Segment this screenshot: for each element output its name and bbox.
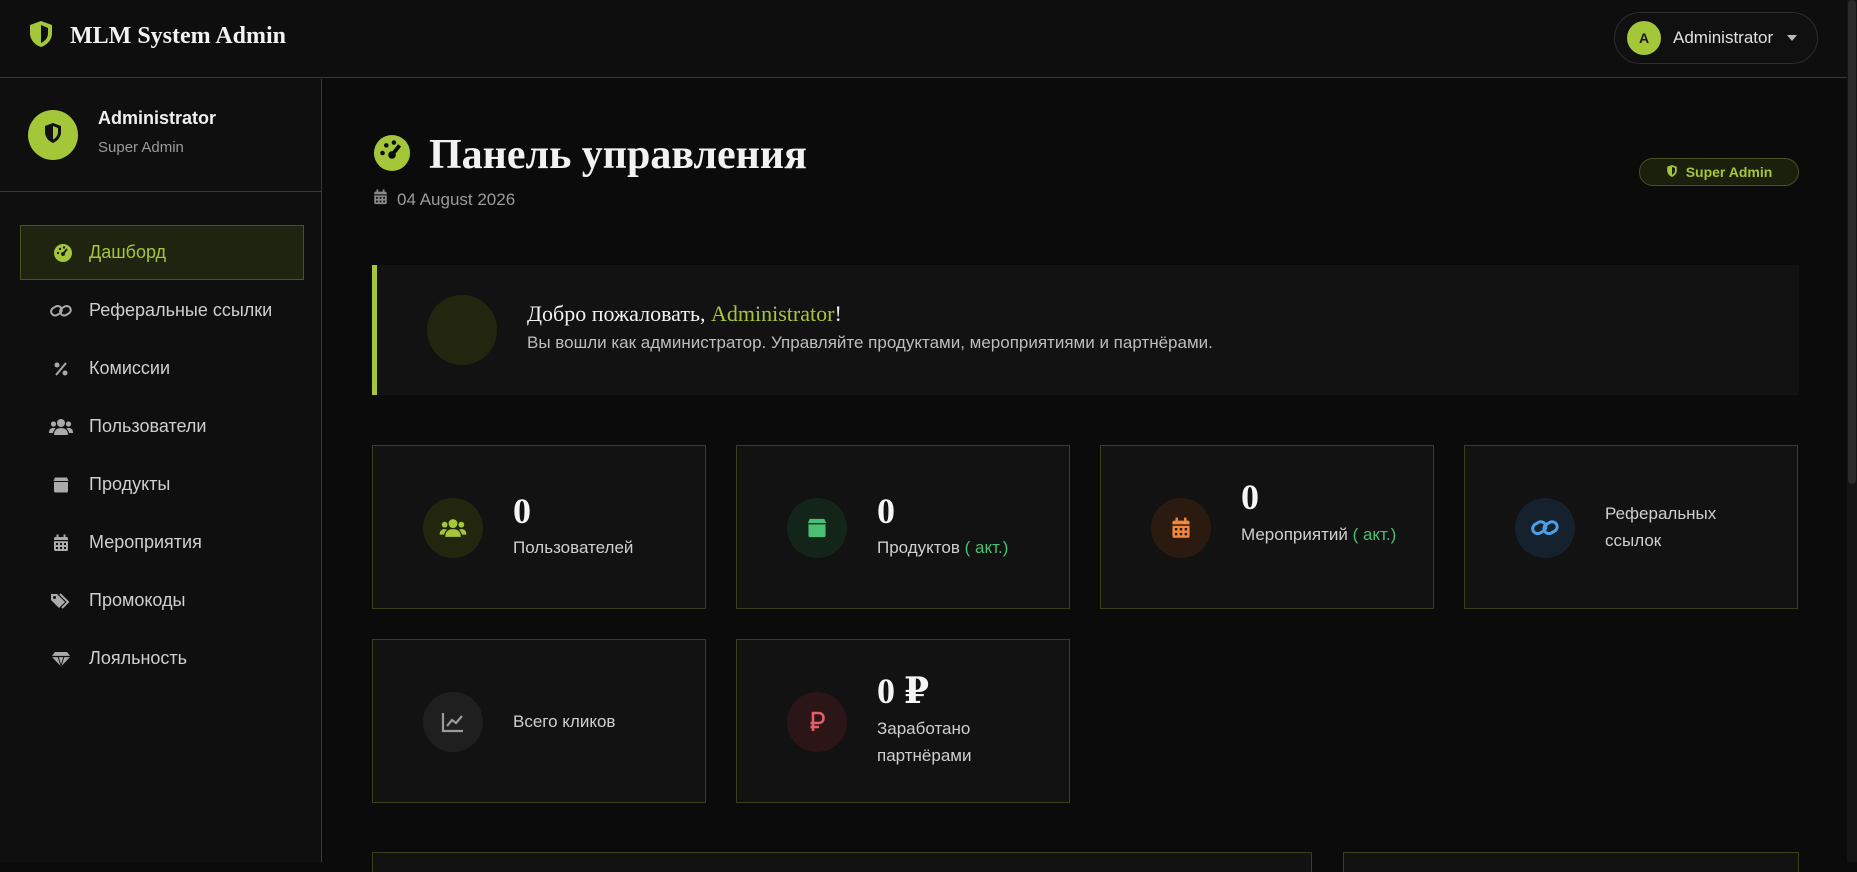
sidebar-item-label: Лояльность	[89, 648, 188, 668]
stat-card-products[interactable]: 0 Продуктов ( акт.)	[736, 445, 1070, 609]
sidebar-item-label: Мероприятия	[89, 532, 202, 552]
dashboard-icon	[373, 134, 411, 177]
sidebar-item-products[interactable]: Продукты	[20, 457, 304, 512]
top-navbar: MLM System Admin A Administrator	[0, 0, 1857, 78]
shield-icon	[28, 20, 54, 53]
app-title: MLM System Admin	[70, 23, 286, 49]
stat-label: Всего кликов	[513, 712, 616, 731]
user-menu-name: Administrator	[1673, 28, 1774, 47]
date-text: 04 August 2026	[397, 189, 516, 209]
scrollbar-thumb[interactable]	[1848, 0, 1856, 484]
stat-value: 0	[1241, 477, 1259, 517]
scrollbar[interactable]	[1847, 0, 1857, 862]
shield-icon	[1666, 164, 1678, 181]
role-badge: Super Admin	[1639, 158, 1799, 186]
page-title: Панель управления	[429, 132, 807, 178]
stat-label: Мероприятий ( акт.)	[1241, 525, 1397, 544]
dashboard-icon	[51, 241, 75, 265]
sidebar-item-promocodes[interactable]: Промокоды	[20, 573, 304, 628]
stat-value: 0 ₽	[877, 671, 930, 711]
sidebar-item-label: Дашборд	[89, 242, 167, 262]
stat-card-earnings[interactable]: 0 ₽ Заработано партнёрами	[736, 639, 1070, 803]
gem-icon	[49, 647, 73, 671]
percent-icon	[49, 357, 73, 381]
sidebar-item-label: Продукты	[89, 474, 171, 494]
welcome-avatar	[427, 295, 497, 365]
stat-label: Продуктов ( акт.)	[877, 538, 1009, 557]
page-header: Панель управления	[373, 131, 807, 179]
profile-avatar	[28, 110, 78, 160]
welcome-subtitle: Вы вошли как администратор. Управляйте п…	[527, 333, 1213, 352]
sidebar-item-dashboard[interactable]: Дашборд	[20, 225, 304, 280]
chart-line-icon	[423, 692, 483, 752]
shield-icon	[43, 122, 63, 149]
current-date: 04 August 2026	[373, 189, 515, 210]
sidebar-item-users[interactable]: Пользователи	[20, 399, 304, 454]
welcome-username: Administrator	[711, 301, 835, 326]
users-icon	[49, 415, 73, 439]
sidebar-nav: Дашборд Реферальные ссылки Комиссии Поль…	[20, 225, 304, 689]
avatar: A	[1627, 21, 1661, 55]
user-menu-button[interactable]: A Administrator	[1614, 12, 1818, 64]
stat-label: Пользователей	[513, 538, 634, 557]
stat-value: 0	[877, 491, 895, 531]
link-icon	[1515, 498, 1575, 558]
panel-card	[1343, 852, 1799, 872]
main-content: Панель управления 04 August 2026 Super A…	[323, 79, 1857, 872]
welcome-banner: Добро пожаловать, Administrator! Вы вошл…	[372, 265, 1799, 395]
brand[interactable]: MLM System Admin	[28, 20, 286, 53]
sidebar-item-label: Комиссии	[89, 358, 171, 378]
calendar-icon	[49, 531, 73, 555]
stat-active-count: ( акт.)	[964, 538, 1009, 557]
stat-label: Заработано партнёрами	[877, 719, 972, 765]
stat-card-users[interactable]: 0 Пользователей	[372, 445, 706, 609]
calendar-icon	[1151, 498, 1211, 558]
chevron-down-icon	[1787, 35, 1798, 41]
box-icon	[787, 498, 847, 558]
stat-card-clicks[interactable]: Всего кликов	[372, 639, 706, 803]
welcome-title: Добро пожаловать, Administrator!	[527, 301, 842, 326]
stat-value: 0	[513, 491, 531, 531]
calendar-icon	[373, 189, 388, 210]
users-icon	[423, 498, 483, 558]
sidebar-item-label: Промокоды	[89, 590, 186, 610]
sidebar-item-label: Пользователи	[89, 416, 207, 436]
sidebar-item-events[interactable]: Мероприятия	[20, 515, 304, 570]
sidebar-item-commissions[interactable]: Комиссии	[20, 341, 304, 396]
stat-card-events[interactable]: 0 Мероприятий ( акт.)	[1100, 445, 1434, 609]
sidebar-item-referral-links[interactable]: Реферальные ссылки	[20, 283, 304, 338]
stat-label: Реферальных ссылок	[1605, 504, 1717, 550]
sidebar-item-label: Реферальные ссылки	[89, 300, 273, 320]
tags-icon	[49, 589, 73, 613]
sidebar: Administrator Super Admin Дашборд Рефера…	[0, 79, 322, 862]
box-icon	[49, 473, 73, 497]
badge-label: Super Admin	[1685, 164, 1773, 180]
ruble-icon	[787, 692, 847, 752]
profile-role: Super Admin	[98, 139, 184, 156]
link-icon	[49, 299, 73, 323]
stat-card-referral-links[interactable]: Реферальных ссылок	[1464, 445, 1798, 609]
profile-name: Administrator	[98, 108, 217, 128]
stat-active-count: ( акт.)	[1352, 525, 1397, 544]
sidebar-item-loyalty[interactable]: Лояльность	[20, 631, 304, 686]
panel-card	[372, 852, 1312, 872]
sidebar-profile: Administrator Super Admin	[0, 79, 321, 192]
